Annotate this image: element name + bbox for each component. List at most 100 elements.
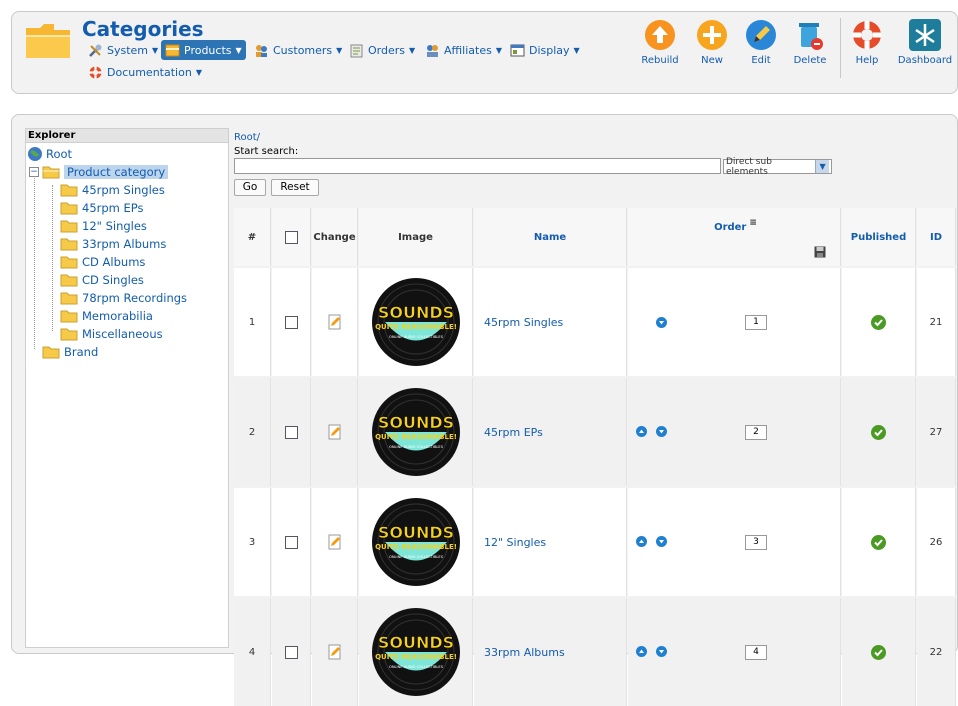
- tree-item-category[interactable]: 45rpm Singles: [60, 181, 165, 198]
- change-cell: [312, 488, 358, 596]
- dashboard-button[interactable]: Dashboard: [895, 18, 955, 66]
- menu-label: Display: [529, 43, 570, 57]
- new-icon: [697, 20, 727, 50]
- search-input[interactable]: [234, 158, 721, 174]
- tree-label: CD Albums: [82, 254, 146, 269]
- menu-products[interactable]: Products ▼: [161, 40, 246, 60]
- order-input[interactable]: 2: [745, 425, 767, 440]
- move-up-icon[interactable]: [636, 536, 647, 547]
- orders-icon: [350, 44, 363, 57]
- move-down-icon[interactable]: [656, 536, 667, 547]
- affiliates-icon: [427, 44, 438, 57]
- col-name-header[interactable]: Name: [474, 208, 627, 266]
- lifebuoy-icon: [89, 66, 102, 78]
- tree-label: 45rpm EPs: [82, 200, 144, 215]
- menu-label: Affiliates: [444, 43, 492, 57]
- page-title: Categories: [82, 17, 204, 41]
- col-order-label[interactable]: Order: [714, 222, 746, 233]
- help-button[interactable]: Help: [837, 18, 897, 66]
- folder-icon: [60, 256, 78, 268]
- caret-down-icon: ▼: [235, 45, 242, 55]
- edit-icon[interactable]: [327, 534, 343, 550]
- id-cell: 26: [917, 488, 956, 596]
- menu-affiliates[interactable]: Affiliates ▼: [421, 40, 506, 60]
- content-area: Root/ Start search: Direct sub elements …: [234, 128, 956, 706]
- scope-select[interactable]: Direct sub elements ▼: [723, 157, 832, 177]
- menu-customers[interactable]: Customers ▼: [250, 40, 346, 60]
- rebuild-icon: [645, 20, 675, 50]
- logo-tagline: ONLINE AUDIO COLLECTIBLES: [389, 335, 444, 339]
- select-all-checkbox[interactable]: [284, 230, 298, 244]
- menu-orders[interactable]: Orders ▼: [345, 40, 419, 60]
- folder-icon: [60, 274, 78, 286]
- id-cell: 22: [917, 598, 956, 706]
- move-up-icon[interactable]: [636, 646, 647, 657]
- tree-item-brand[interactable]: Brand: [42, 343, 98, 360]
- move-down-icon[interactable]: [656, 426, 667, 437]
- menu-label: Orders: [368, 43, 405, 57]
- move-down-icon[interactable]: [656, 646, 667, 657]
- category-name-link[interactable]: 45rpm EPs: [484, 426, 543, 439]
- tree-item-category[interactable]: Memorabilia: [60, 307, 153, 324]
- select-all-header: [272, 208, 311, 266]
- row-checkbox[interactable]: [284, 645, 298, 659]
- tree-item-category[interactable]: 45rpm EPs: [60, 199, 144, 216]
- explorer-panel: Explorer Root − Product category 45rpm S…: [25, 128, 229, 648]
- tree-item-category[interactable]: 12" Singles: [60, 217, 147, 234]
- menu-label: System: [107, 43, 149, 57]
- order-input[interactable]: 4: [745, 645, 767, 660]
- category-name-link[interactable]: 45rpm Singles: [484, 316, 563, 329]
- published-check-icon[interactable]: [871, 534, 886, 550]
- category-name-link[interactable]: 12" Singles: [484, 536, 546, 549]
- tree-item-product-category[interactable]: − Product category: [29, 163, 169, 180]
- customers-icon: [256, 44, 267, 57]
- tree-item-category[interactable]: CD Albums: [60, 253, 145, 270]
- image-cell: SOUNDS QUITE REASONABLE! ONLINE AUDIO CO…: [359, 378, 473, 486]
- published-check-icon[interactable]: [871, 424, 886, 440]
- edit-icon[interactable]: [327, 314, 343, 330]
- tree-connector: [52, 185, 53, 331]
- menu-documentation[interactable]: Documentation ▼: [84, 62, 206, 82]
- menu-display[interactable]: Display ▼: [506, 40, 584, 60]
- move-down-icon[interactable]: [656, 317, 667, 328]
- row-number: 4: [234, 598, 271, 706]
- published-check-icon[interactable]: [871, 644, 886, 660]
- sort-icon[interactable]: ≡: [749, 218, 757, 228]
- tree-item-category[interactable]: 78rpm Recordings: [60, 289, 187, 306]
- tree-label: Memorabilia: [82, 308, 153, 323]
- rebuild-button[interactable]: Rebuild: [630, 18, 690, 66]
- category-name-link[interactable]: 33rpm Albums: [484, 646, 565, 659]
- tree-item-category[interactable]: CD Singles: [60, 271, 144, 288]
- order-input[interactable]: 3: [745, 535, 767, 550]
- published-cell: [842, 268, 916, 376]
- row-checkbox[interactable]: [284, 315, 298, 329]
- delete-button[interactable]: Delete: [780, 18, 840, 66]
- go-button[interactable]: Go: [234, 179, 266, 196]
- col-published-header[interactable]: Published: [842, 208, 916, 266]
- products-icon: [165, 44, 180, 56]
- breadcrumb[interactable]: Root/: [234, 132, 260, 143]
- folder-icon: [42, 346, 60, 358]
- tree-label: 45rpm Singles: [82, 182, 165, 197]
- published-check-icon[interactable]: [871, 314, 886, 330]
- col-image-header: Image: [359, 208, 473, 266]
- search-label: Start search:: [234, 146, 299, 157]
- save-order-icon[interactable]: [814, 246, 826, 258]
- row-checkbox[interactable]: [284, 425, 298, 439]
- edit-icon[interactable]: [327, 424, 343, 440]
- col-id-header[interactable]: ID: [917, 208, 956, 266]
- tree-item-category[interactable]: 33rpm Albums: [60, 235, 166, 252]
- logo-subtitle: QUITE REASONABLE!: [375, 433, 457, 441]
- collapse-toggle-icon[interactable]: −: [29, 166, 39, 177]
- reset-button[interactable]: Reset: [271, 179, 319, 196]
- change-cell: [312, 378, 358, 486]
- name-cell: 33rpm Albums: [474, 598, 627, 706]
- tree-item-category[interactable]: Miscellaneous: [60, 325, 163, 342]
- order-input[interactable]: 1: [745, 315, 767, 330]
- tree-item-root[interactable]: Root: [27, 145, 72, 162]
- published-cell: [842, 378, 916, 486]
- menu-system[interactable]: System ▼: [84, 40, 162, 60]
- edit-icon[interactable]: [327, 644, 343, 660]
- move-up-icon[interactable]: [636, 426, 647, 437]
- row-checkbox[interactable]: [284, 535, 298, 549]
